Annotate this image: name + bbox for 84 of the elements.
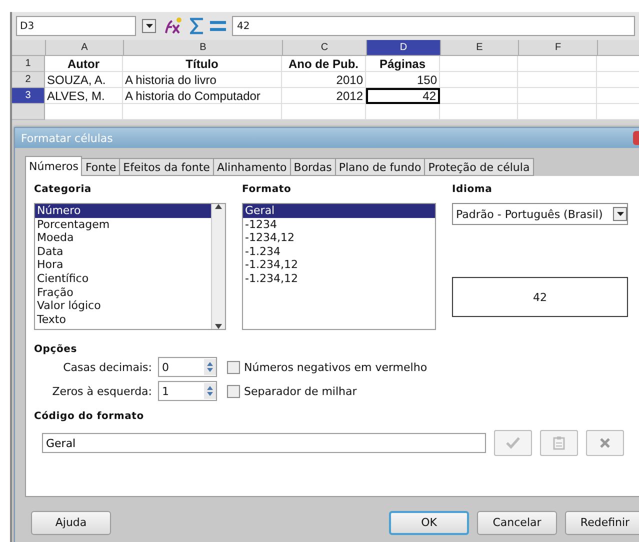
spin-field[interactable]: 1 xyxy=(158,381,217,401)
column-header[interactable]: B xyxy=(124,40,283,56)
checkbox[interactable] xyxy=(227,384,240,398)
section-heading: Categoria xyxy=(34,184,92,195)
clipboard-icon xyxy=(553,436,565,450)
list-item[interactable]: Porcentagem xyxy=(35,218,211,232)
list-item[interactable]: -1.234,12 xyxy=(243,272,435,286)
table-cell: ALVES, M. xyxy=(45,88,123,104)
format-code-field[interactable]: Geral xyxy=(42,433,486,453)
list-item[interactable]: -1234 xyxy=(243,218,435,232)
window-title: Formatar células xyxy=(21,132,113,144)
dialog-button[interactable]: OK xyxy=(389,510,469,534)
scroll-down-icon[interactable] xyxy=(215,324,222,329)
language-select[interactable]: Padrão - Português (Brasil) xyxy=(452,203,628,225)
scroll-up-icon[interactable] xyxy=(215,204,222,209)
table-cell: 2012 xyxy=(282,88,366,104)
dialog-button[interactable]: Ajuda xyxy=(31,510,111,534)
list-item[interactable]: Valor lógico xyxy=(35,299,211,313)
category-list[interactable]: Número Porcentagem Moeda Data Hora Científico Fração Valor lógico Texto xyxy=(34,203,226,330)
table-cell: SOUZA, A. xyxy=(45,72,123,88)
list-item[interactable]: -1.234 xyxy=(243,244,435,258)
column-header[interactable]: E xyxy=(441,40,519,56)
list-item[interactable]: Texto xyxy=(35,312,211,326)
row-header[interactable]: 2 xyxy=(12,72,45,88)
list-item[interactable]: Moeda xyxy=(35,231,211,245)
sum-icon[interactable] xyxy=(190,17,204,35)
caret-icon xyxy=(146,24,152,28)
checkbox-label: Números negativos em vermelho xyxy=(244,360,428,374)
table-cell: Páginas xyxy=(366,56,440,72)
tab[interactable]: Plano de fundo xyxy=(334,158,426,176)
dropdown-button[interactable] xyxy=(613,207,627,221)
table-cell: Título xyxy=(123,56,282,72)
formula-input[interactable]: 42 xyxy=(232,16,635,36)
equals-icon[interactable] xyxy=(210,21,226,31)
checkbox-label: Separador de milhar xyxy=(244,384,357,398)
list-item[interactable]: Número xyxy=(35,204,211,218)
dialog-button[interactable]: Redefinir xyxy=(565,510,639,534)
table-cell: A historia do livro xyxy=(123,72,282,88)
field-label: Casas decimais: xyxy=(62,360,153,374)
spin-arrows-icon[interactable] xyxy=(204,359,216,375)
dialog-button[interactable]: Cancelar xyxy=(477,510,557,534)
list-item[interactable]: Hora xyxy=(35,258,211,272)
tab[interactable]: Alinhamento xyxy=(212,158,291,176)
column-header[interactable]: D xyxy=(367,40,441,56)
table-cell: A historia do Computador xyxy=(123,88,282,104)
spin-field[interactable]: 0 xyxy=(158,357,217,377)
table-cell: 150 xyxy=(366,72,440,88)
list-item[interactable]: Fração xyxy=(35,286,211,300)
tab[interactable]: Fonte xyxy=(81,158,120,176)
caret-icon xyxy=(616,212,624,216)
delete-button[interactable] xyxy=(586,430,624,456)
list-item[interactable]: Data xyxy=(35,244,211,258)
list-item[interactable]: Geral xyxy=(243,204,435,218)
section-heading: Código do formato xyxy=(34,411,144,422)
spin-arrows-icon[interactable] xyxy=(204,383,216,399)
name-box[interactable]: D3 xyxy=(16,16,136,36)
row-header[interactable]: 3 xyxy=(12,88,45,104)
table-cell: 2010 xyxy=(282,72,366,88)
table-cell: Ano de Pub. xyxy=(282,56,366,72)
close-icon xyxy=(600,438,610,448)
column-header[interactable]: A xyxy=(46,40,124,56)
column-header[interactable]: F xyxy=(519,40,598,56)
table-cell: 42 xyxy=(366,88,440,104)
list-item[interactable]: Científico xyxy=(35,272,211,286)
checkbox[interactable] xyxy=(227,360,240,374)
tab[interactable]: Proteção de célula xyxy=(424,158,534,176)
row-header[interactable]: 1 xyxy=(12,56,45,72)
table-cell: Autor xyxy=(45,56,123,72)
section-heading: Opções xyxy=(34,344,77,355)
list-item[interactable]: -1.234,12 xyxy=(243,258,435,272)
tab[interactable]: Números xyxy=(25,156,82,176)
tab[interactable]: Efeitos da fonte xyxy=(119,158,214,176)
dropdown-button[interactable] xyxy=(142,19,156,33)
scrollbar[interactable] xyxy=(211,204,225,329)
column-header[interactable]: C xyxy=(283,40,367,56)
section-heading: Formato xyxy=(242,184,292,195)
field-label: Zeros à esquerda: xyxy=(51,384,153,398)
format-list[interactable]: Geral -1234 -1234,12 -1.234 -1.234,12 -1.234,12 xyxy=(242,203,436,330)
section-heading: Idioma xyxy=(452,184,494,195)
preview-box: 42 xyxy=(452,277,628,317)
tab[interactable]: Bordas xyxy=(290,158,336,176)
function-wizard-icon[interactable] xyxy=(162,17,184,35)
checkmark-icon xyxy=(506,437,520,449)
list-item[interactable]: -1234,12 xyxy=(243,231,435,245)
